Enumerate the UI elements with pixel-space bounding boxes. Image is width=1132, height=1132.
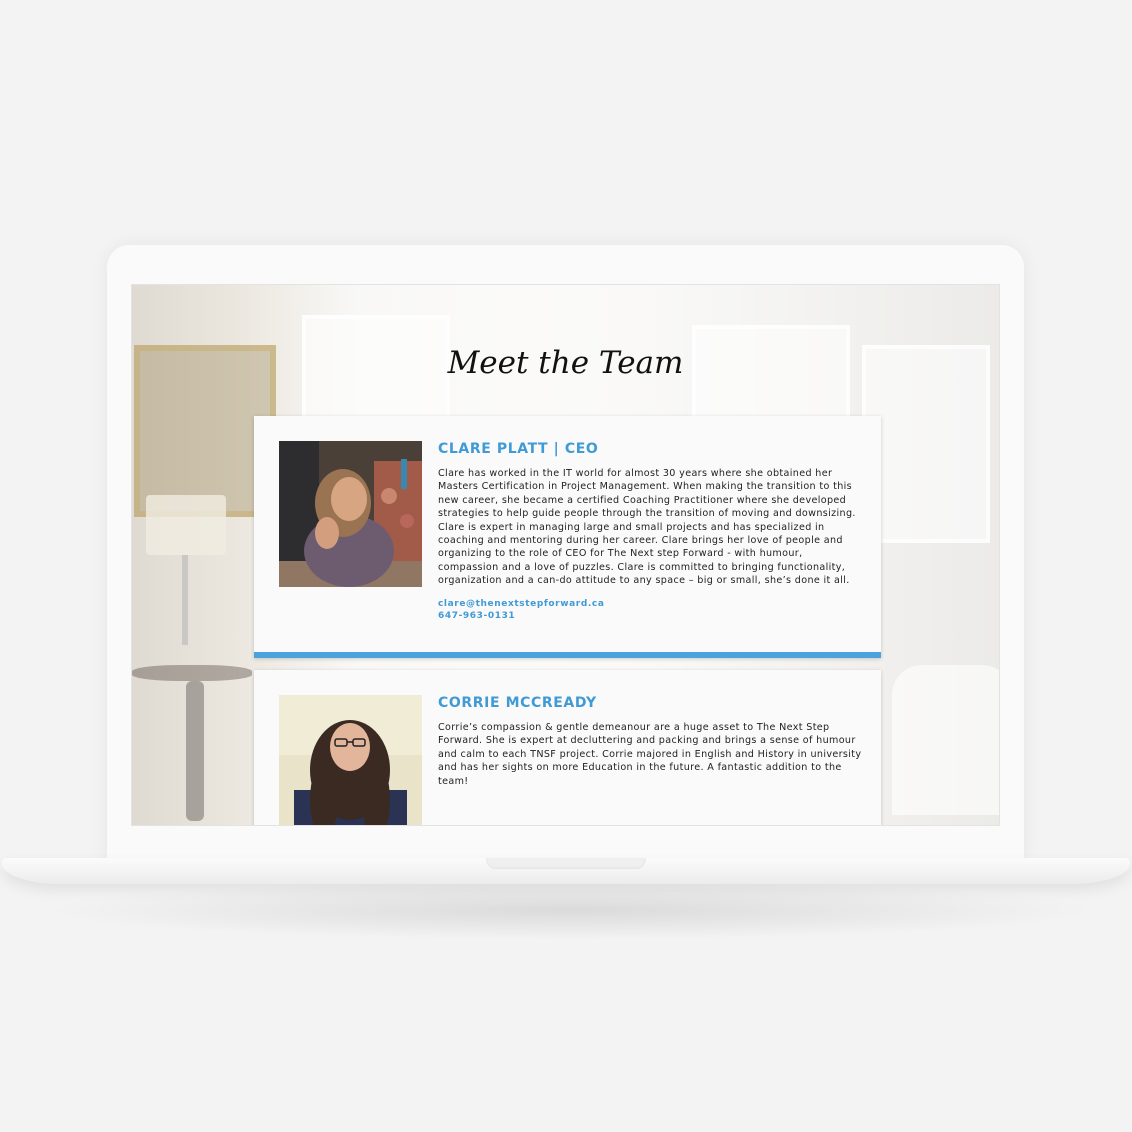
team-member-card: CORRIE MCCREADY Corrie’s compassion & ge… bbox=[254, 670, 881, 825]
email-link[interactable]: clare@thenextstepforward.ca bbox=[438, 598, 862, 610]
background-lamp bbox=[146, 495, 226, 555]
phone-link[interactable]: 647-963-0131 bbox=[438, 610, 862, 622]
team-member-content: CLARE PLATT | CEO Clare has worked in th… bbox=[438, 441, 862, 622]
page-title: Meet the Team bbox=[447, 345, 684, 381]
team-member-name: CLARE PLATT | CEO bbox=[438, 441, 599, 457]
team-member-photo bbox=[279, 441, 422, 587]
laptop-shadow bbox=[40, 880, 1100, 940]
background-lamp-stand bbox=[182, 555, 188, 645]
laptop-notch bbox=[486, 858, 646, 869]
team-member-contact: clare@thenextstepforward.ca 647-963-0131 bbox=[438, 598, 862, 622]
team-member-name: CORRIE MCCREADY bbox=[438, 695, 597, 711]
team-member-content: CORRIE MCCREADY Corrie’s compassion & ge… bbox=[438, 695, 862, 788]
team-member-bio: Clare has worked in the IT world for alm… bbox=[438, 468, 856, 587]
team-member-photo bbox=[279, 695, 422, 825]
laptop-screen: Meet the Team CLARE PLATT | CEO Clare ha… bbox=[131, 284, 1000, 826]
background-table-leg bbox=[186, 681, 204, 821]
team-member-bio: Corrie’s compassion & gentle demeanour a… bbox=[438, 722, 862, 787]
background-table bbox=[132, 665, 252, 681]
background-chair bbox=[892, 665, 999, 815]
team-member-card: CLARE PLATT | CEO Clare has worked in th… bbox=[254, 416, 881, 658]
